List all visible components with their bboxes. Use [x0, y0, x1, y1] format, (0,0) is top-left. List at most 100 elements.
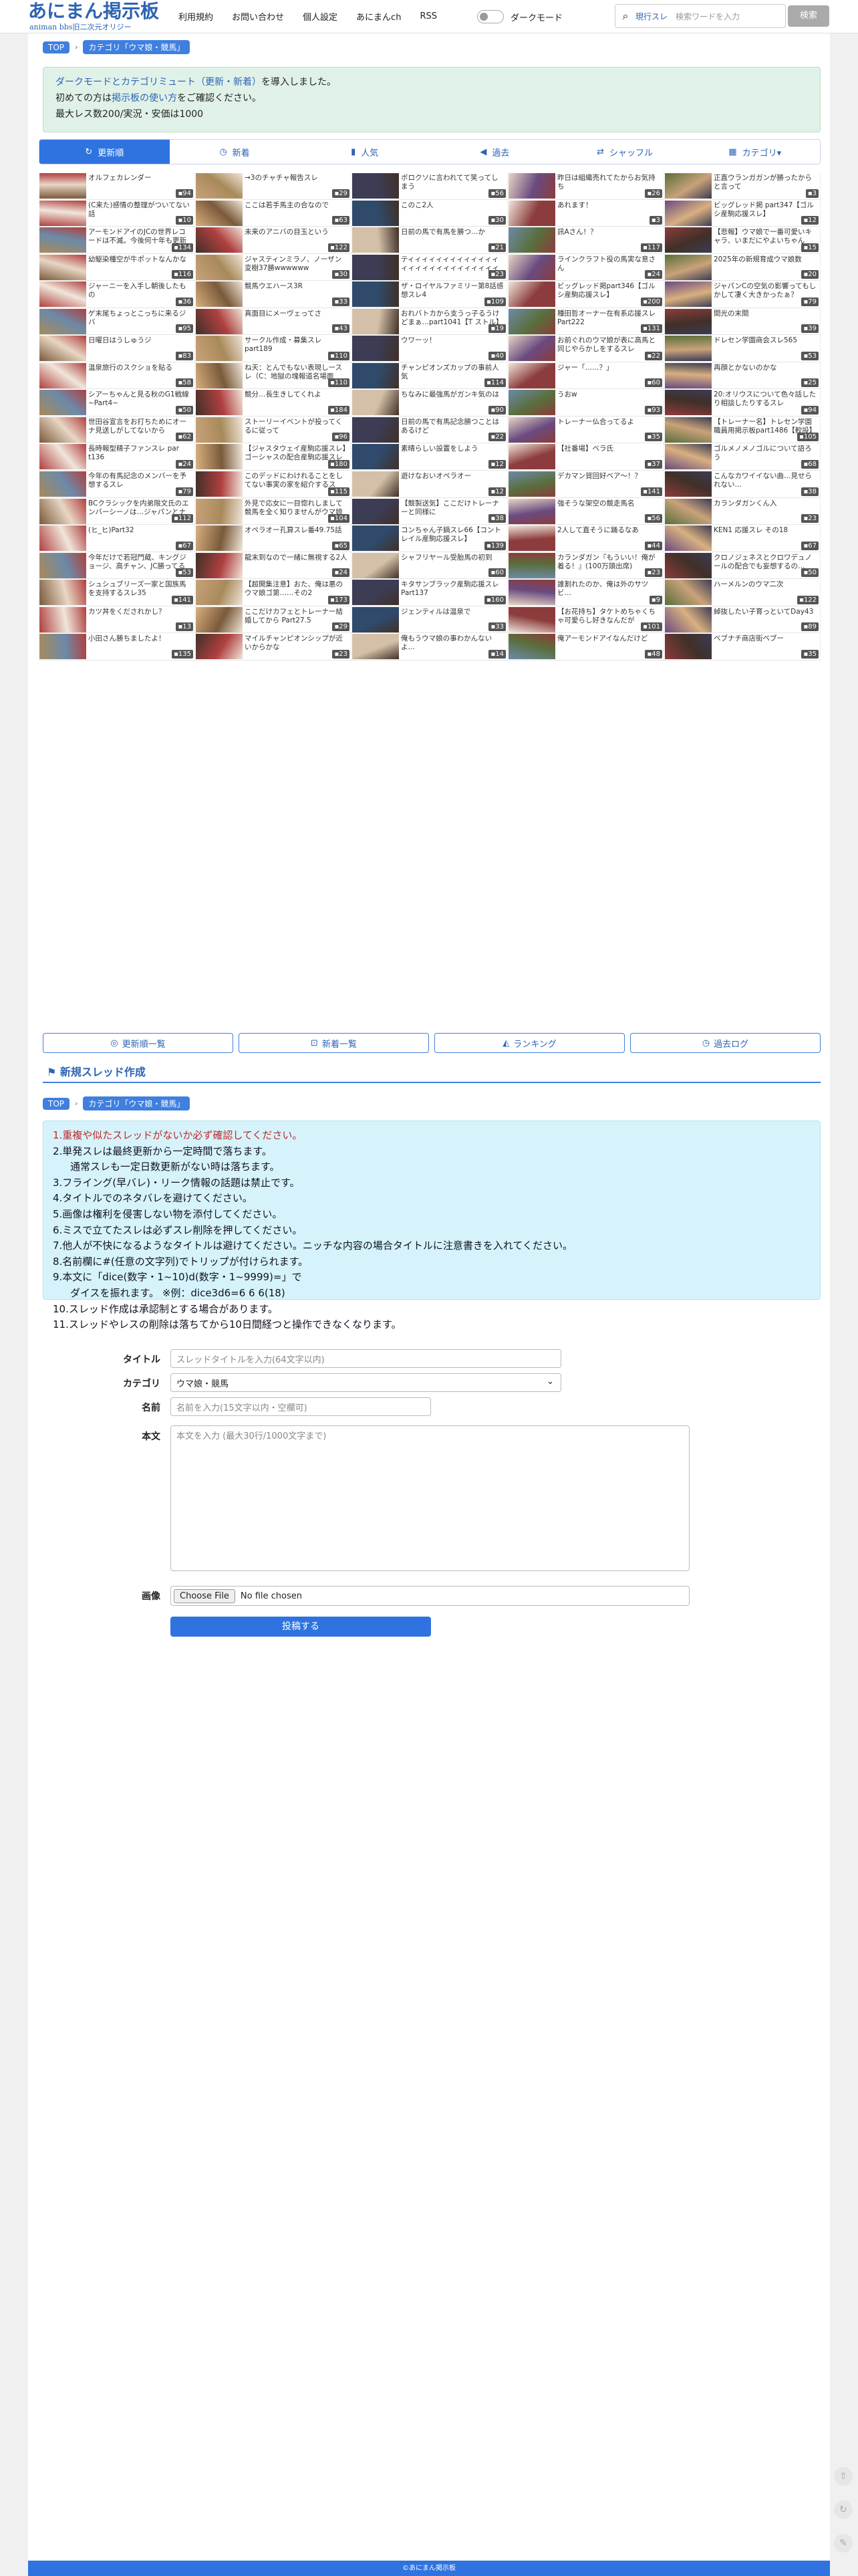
thread-item[interactable]: デカマン貿回好ベア〜！？ ▪141 — [508, 471, 664, 498]
tab-updated[interactable]: ↻ 更新順 — [39, 140, 170, 164]
thread-item[interactable]: ジャーニーを入手し朝後したもの ▪36 — [39, 281, 195, 308]
nav-new-list[interactable]: ⊡ 新着一覧 — [239, 1033, 429, 1053]
nav-updated-list[interactable]: ◎ 更新順一覧 — [43, 1033, 233, 1053]
thread-item[interactable]: 再顔とかないのかな ▪25 — [664, 362, 821, 390]
thread-item[interactable]: 【トレーナー名】トレセン学園職員用掲示板part1486【較設】 ▪105 — [664, 416, 821, 444]
thread-item[interactable]: ね天：とんでもない表現しースレ（C：地獄の塊報道名場面 ▪110 — [195, 362, 351, 390]
breadcrumb-top[interactable]: TOP — [43, 41, 70, 53]
thread-item[interactable]: おれバトカから支うっ子るうけどまぁ…part1041【T ストル】 ▪19 — [351, 308, 508, 336]
thread-item[interactable]: こんなカワイイない曲…見せられない… ▪38 — [664, 471, 821, 498]
notice-link-darkmode[interactable]: ダークモードとカテゴリミュート（更新・新着） — [55, 77, 261, 88]
thread-item[interactable]: ジェンティルは温泉で ▪33 — [351, 606, 508, 634]
thread-item[interactable]: ジャスティンミラノ、ノーザン変樹37勝wwwwww ▪30 — [195, 253, 351, 281]
thread-item[interactable]: ジャパンCの空気の影響ってもしかして凄く大きかったぁ？ ▪79 — [664, 281, 821, 308]
thread-item[interactable]: 競馬ウエハース3R ▪33 — [195, 281, 351, 308]
thread-item[interactable]: 今年の有馬記念のメンバーを予想するスレ ▪79 — [39, 471, 195, 498]
thread-item[interactable]: このこ2人 ▪30 — [351, 199, 508, 227]
thread-item[interactable]: BCクラシックを内弟限文氏のエンバーシーノは…ジャパンとナヨクラン系のカランダガ… — [39, 497, 195, 525]
thread-item[interactable]: 今年だけで若冠門蔵、キングジョージ、高チャン、JC勝ってるのヤバいよな▪53 — [39, 552, 195, 580]
search-input[interactable]: 検索ワードを入力 — [676, 11, 740, 22]
tab-new[interactable]: ◷ 新着 — [169, 140, 300, 164]
thread-item[interactable]: 日前の馬で有馬を勝つ…か ▪21 — [351, 227, 508, 254]
thread-item[interactable]: ジャー「……？」 ▪60 — [508, 362, 664, 390]
submit-button[interactable]: 投稿する — [170, 1617, 431, 1637]
thread-item[interactable]: コンちゃん子鍋スレ66【コントレイル産駒応援スレ】 ▪139 — [351, 525, 508, 552]
thread-item[interactable]: ボロクソに言われてて笑ってしまう ▪56 — [351, 172, 508, 200]
tab-past[interactable]: ◀ 過去 — [430, 140, 560, 164]
thread-item[interactable]: オペラオー孔算スレ番49.75話 ▪65 — [195, 525, 351, 552]
thread-item[interactable]: 2人して直そうに踊るなあ ▪44 — [508, 525, 664, 552]
thread-item[interactable]: クロノジェネスとクロワデュノールの配合でも妄想するの… ▪50 — [664, 552, 821, 580]
thread-item[interactable]: (ヒ_ヒ)Part32 ▪67 — [39, 525, 195, 552]
nav-animanch[interactable]: あにまんch — [356, 10, 401, 23]
category-select[interactable]: ウマ娘・競馬 ⌄ — [170, 1373, 561, 1392]
thread-item[interactable]: 長時報型精子ファンスレ par t136 ▪24 — [39, 443, 195, 471]
site-logo[interactable]: あにまん掲示板 animan bbs旧二次元オリジー — [28, 0, 159, 31]
thread-item[interactable]: 龍末到なので一緒に無視する2人 ▪24 — [195, 552, 351, 580]
choose-file-button[interactable]: Choose File — [174, 1589, 235, 1603]
thread-item[interactable]: 【お花持ち】タケトめちゃくちゃ可愛らし好きなんだが ▪101 — [508, 606, 664, 634]
thread-item[interactable]: ここは若手馬主の合なので ▪63 — [195, 199, 351, 227]
thread-item[interactable]: あれます！ ▪3 — [508, 199, 664, 227]
thread-item[interactable]: カランダガンくん入 ▪23 — [664, 497, 821, 525]
thread-item[interactable]: KEN1 応援スレ その18 ▪67 — [664, 525, 821, 552]
thread-item[interactable]: 未来のアニバの目玉という ▪122 — [195, 227, 351, 254]
thread-item[interactable]: ザ・ロイヤルファミリー第8話感想スレ4 ▪109 — [351, 281, 508, 308]
thread-item[interactable]: 強そうな架空の競走馬名 ▪56 — [508, 497, 664, 525]
thread-item[interactable]: ビッグレッド掲part346【ゴルシ産駒応援スレ】 ▪200 — [508, 281, 664, 308]
thread-item[interactable]: ウワーッ！ ▪40 — [351, 335, 508, 362]
thread-item[interactable]: 間光の末間 ▪39 — [664, 308, 821, 336]
tab-category[interactable]: ▦ カテゴリ▾ — [690, 140, 820, 164]
thread-item[interactable]: ゲ末尾ちょっとこっちに来るジバ ▪95 — [39, 308, 195, 336]
thread-item[interactable]: 遊けなおいオペラオー ▪12 — [351, 471, 508, 498]
thread-item[interactable]: トレーナー仏合ってるよ ▪35 — [508, 416, 664, 444]
search-scope-select[interactable]: 現行スレ — [635, 11, 676, 22]
thread-item[interactable]: 日曜日はうしゅうジ ▪83 — [39, 335, 195, 362]
thread-item[interactable]: 綽抜したい子育っといてDay43 ▪89 — [664, 606, 821, 634]
thread-item[interactable]: シュシュブリーズ一家と国族馬を支持するスレ35 ▪141 — [39, 579, 195, 606]
thread-item[interactable]: 日前の馬で有馬記念勝つことはあるけど ▪22 — [351, 416, 508, 444]
thread-item[interactable]: 外見で応女に一目惚れしまして競馬を全く知りませんがウマ娘始めます▪104 — [195, 497, 351, 525]
thread-item[interactable]: (C来た)感情の整理がついてない話 ▪10 — [39, 199, 195, 227]
thread-item[interactable]: 競分…長生きしてくれよ ▪184 — [195, 389, 351, 417]
thread-item[interactable]: 昨日は組織売れてたからお気持ち ▪26 — [508, 172, 664, 200]
thread-item[interactable]: シアーちゃんと見る秋のG1戦線 ~Part4~ ▪50 — [39, 389, 195, 417]
nav-ranking[interactable]: ◭ ランキング — [434, 1033, 625, 1053]
thread-item[interactable]: ストーリーイベントが投ってくるに従って ▪96 — [195, 416, 351, 444]
thread-item[interactable]: ティィィィィィィィィィィィィィィィィィィィィィィィィィィィィィィィィ▪23 — [351, 253, 508, 281]
refresh-icon[interactable]: ↻ — [834, 2500, 853, 2519]
thread-item[interactable]: 誰割れたのか、俺は外のサツビ… ▪9 — [508, 579, 664, 606]
thread-item[interactable]: 幼駆染種空が牛ポットなんかな ▪116 — [39, 253, 195, 281]
breadcrumb-category[interactable]: カテゴリ「ウマ娘・競馬」 — [83, 40, 190, 54]
darkmode-toggle[interactable] — [477, 10, 504, 23]
thread-item[interactable]: カツ丼をくだされかし？ ▪13 — [39, 606, 195, 634]
thread-item[interactable]: ベブナチ商店街ベブー ▪35 — [664, 633, 821, 661]
thread-item[interactable]: 素晴らしい設置をしよう ▪12 — [351, 443, 508, 471]
thread-item[interactable]: 種田哲オーナー在有系応援スレ Part222 ▪131 — [508, 308, 664, 336]
thread-item[interactable]: ドレセン学園商会スレ565 ▪53 — [664, 335, 821, 362]
thread-item[interactable]: このデッドにわけれることをしてない事実の家を紹介するスレ？▪115 — [195, 471, 351, 498]
thread-item[interactable]: アーモンドアイのJCの世界レコードは不滅。今後何十年も更新されないだろう▪134 — [39, 227, 195, 254]
thread-item[interactable]: マイルチャンピオンシップが近いからかな ▪23 — [195, 633, 351, 661]
body-textarea[interactable]: 本文を入力 (最大30行/1000文字まで) — [170, 1425, 690, 1571]
tab-popular[interactable]: ▮ 人気 — [299, 140, 430, 164]
nav-rss[interactable]: RSS — [420, 11, 437, 21]
nav-settings[interactable]: 個人設定 — [303, 10, 337, 23]
thread-item[interactable]: 【競製送気】ここだけトレーナーと同様に ▪38 — [351, 497, 508, 525]
title-input[interactable]: スレッドタイトルを入力(64文字以内) — [170, 1349, 561, 1368]
thread-item[interactable]: ゴルメノメノゴルについて語ろう ▪68 — [664, 443, 821, 471]
thread-item[interactable]: 【社番場】ベラ氏 ▪37 — [508, 443, 664, 471]
thread-item[interactable]: 20:オリウスについて色々話したり相談したりするスレ ▪94 — [664, 389, 821, 417]
notice-link-guide[interactable]: 掲示板の使い方 — [112, 93, 177, 104]
scroll-top-icon[interactable]: ⇧ — [834, 2467, 853, 2486]
thread-item[interactable]: 訊Aさん！？ ▪117 — [508, 227, 664, 254]
thread-item[interactable]: ラインクラフト役の馬実な意さん ▪24 — [508, 253, 664, 281]
thread-item[interactable]: 【悲報】ウマ娘で一番可愛いキャラ、いまだにやよいちゃん ▪15 — [664, 227, 821, 254]
nav-contact[interactable]: お問い合わせ — [232, 10, 284, 23]
breadcrumb-category[interactable]: カテゴリ「ウマ娘・競馬」 — [83, 1096, 190, 1110]
thread-item[interactable]: 【超開集注意】おた、俺は悪のウマ娘ゴ第……その2 ▪173 — [195, 579, 351, 606]
thread-item[interactable]: ビッグレッド掲 part347【ゴルシ産駒応援スレ】 ▪12 — [664, 199, 821, 227]
thread-item[interactable]: オルフェカレンダー ▪94 — [39, 172, 195, 200]
thread-item[interactable]: チャンピオンズカップの事前人気 ▪114 — [351, 362, 508, 390]
thread-item[interactable]: ハーメルンのウマ二次 ▪122 — [664, 579, 821, 606]
